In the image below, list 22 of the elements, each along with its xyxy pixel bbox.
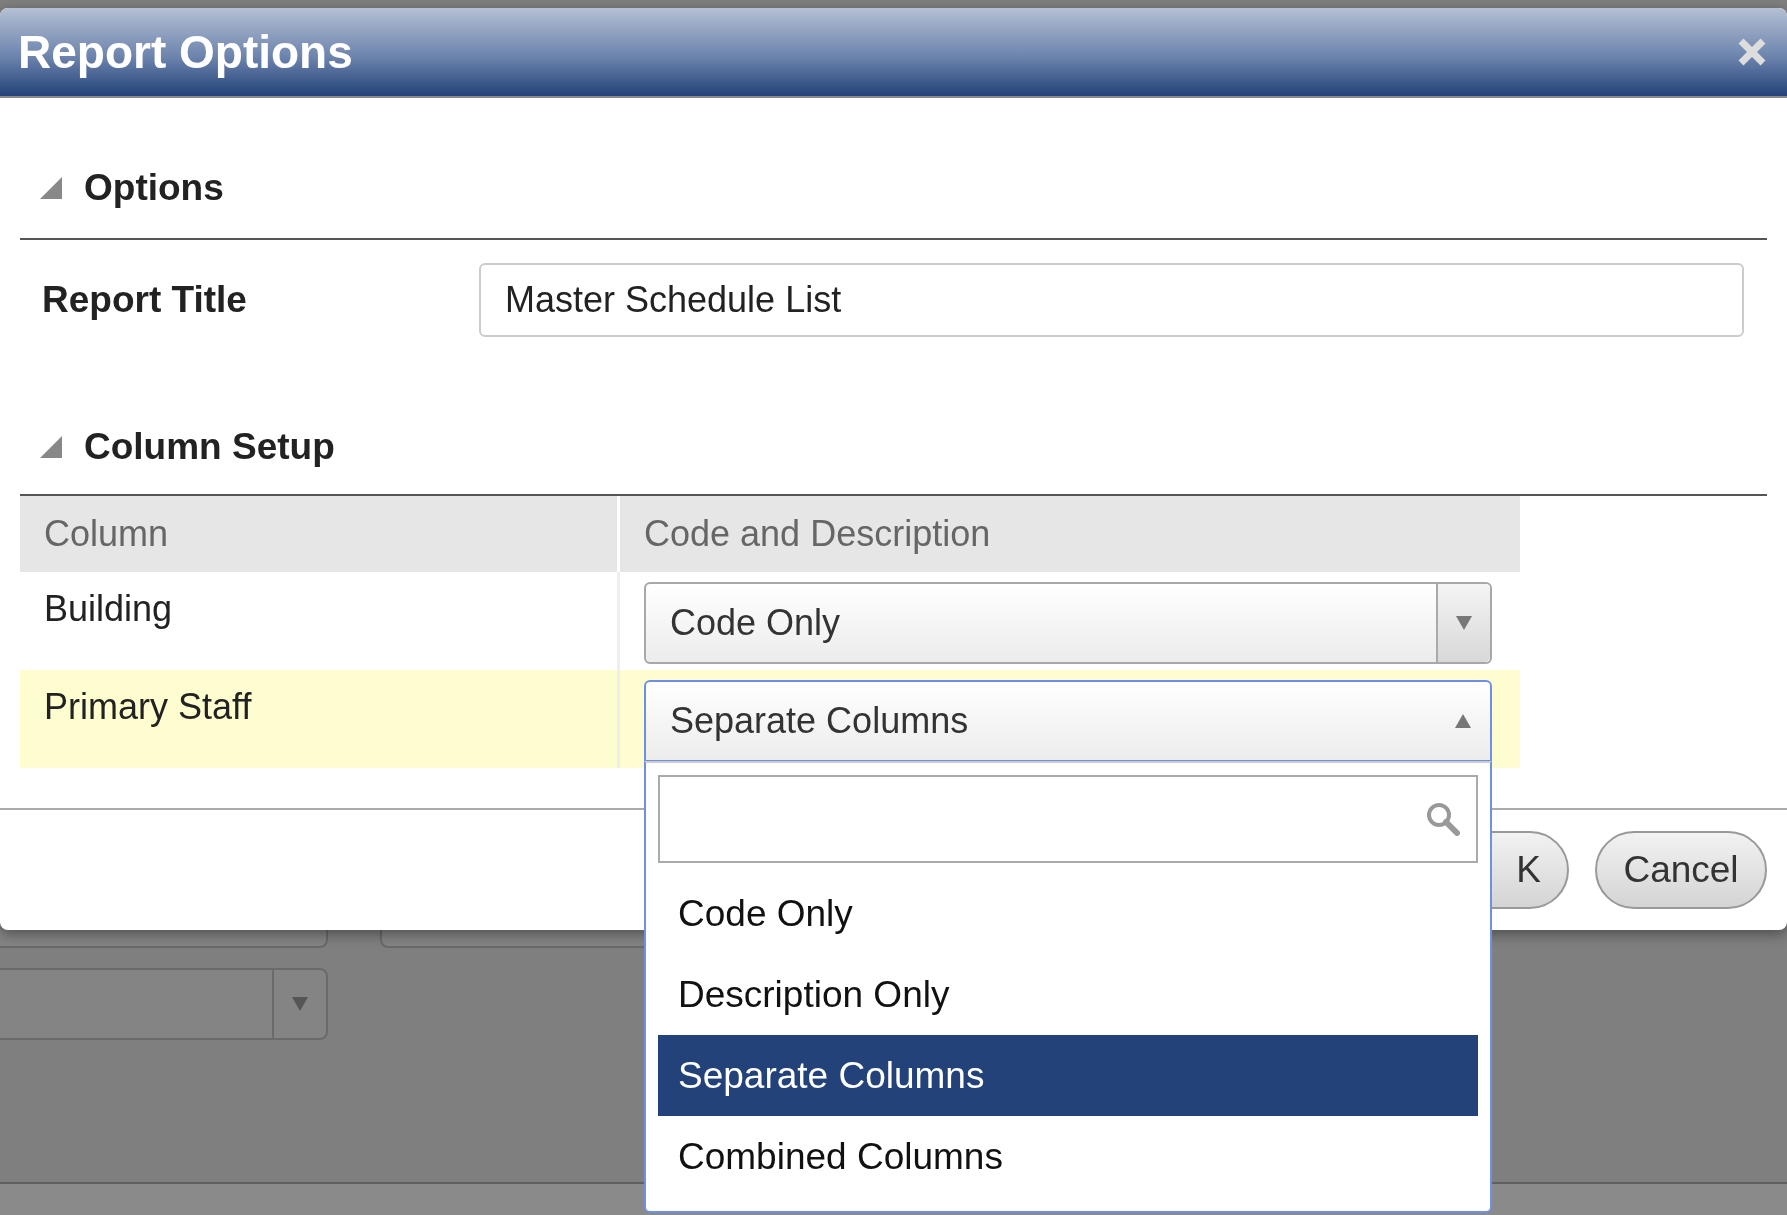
- close-icon[interactable]: [1737, 37, 1767, 67]
- collapse-triangle-icon[interactable]: [40, 177, 62, 199]
- dropdown-option[interactable]: Code Only: [658, 873, 1478, 954]
- field-label: Report Title: [41, 279, 248, 321]
- caret-down-icon: [292, 997, 308, 1011]
- column-header: Code and Description: [643, 512, 992, 556]
- window-title: Report Options: [18, 25, 353, 79]
- cancel-button[interactable]: Cancel: [1595, 831, 1767, 909]
- dropdown-option[interactable]: Combined Columns: [658, 1116, 1478, 1197]
- caret-down-icon: [1456, 616, 1472, 630]
- collapse-triangle-icon[interactable]: [40, 436, 62, 458]
- dropdown-select[interactable]: Separate Columns: [644, 680, 1492, 762]
- dropdown-select[interactable]: Code Only: [644, 582, 1492, 664]
- caret-up-icon: [1455, 714, 1471, 728]
- search-field[interactable]: [658, 775, 1478, 863]
- section-title: Column Setup: [84, 426, 335, 468]
- dropdown-option[interactable]: Separate Columns: [658, 1035, 1478, 1116]
- table-cell: Primary Staff: [20, 670, 620, 768]
- section-title: Options: [84, 167, 224, 209]
- search-icon: [1426, 802, 1460, 836]
- input-field[interactable]: Master Schedule List: [479, 263, 1744, 337]
- dropdown-option[interactable]: Description Only: [658, 954, 1478, 1035]
